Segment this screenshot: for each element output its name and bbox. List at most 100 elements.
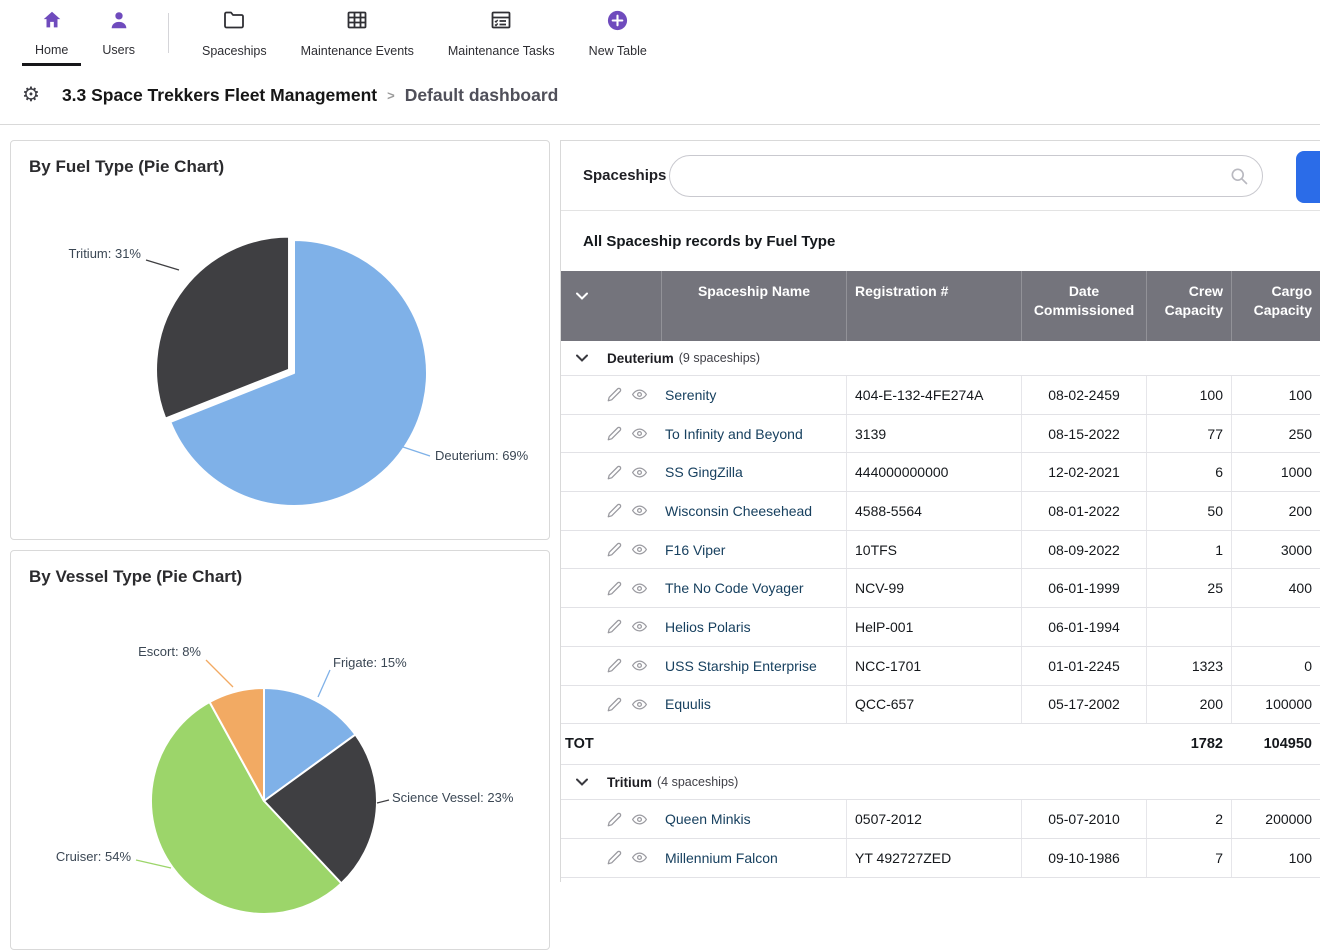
- nav-tab-new-table[interactable]: New Table: [572, 0, 664, 66]
- table-row[interactable]: EquulisQCC-65705-17-2002200100000: [561, 686, 1320, 725]
- edit-pencil-icon[interactable]: [607, 542, 622, 557]
- view-eye-icon[interactable]: [631, 658, 648, 673]
- group-count: (4 spaceships): [657, 775, 738, 789]
- table-header-row: Spaceship Name Registration # Date Commi…: [561, 271, 1320, 341]
- chevron-down-icon[interactable]: [576, 778, 588, 786]
- edit-pencil-icon[interactable]: [607, 426, 622, 441]
- edit-pencil-icon[interactable]: [607, 387, 622, 402]
- folder-icon: [222, 8, 246, 37]
- cell-crew-capacity: 77: [1146, 415, 1231, 453]
- top-nav: Home Users Spaceships Maintenance Events…: [0, 0, 1320, 66]
- view-eye-icon[interactable]: [631, 850, 648, 865]
- cell-date-commissioned: 09-10-1986: [1021, 839, 1146, 877]
- cell-crew-capacity: 1: [1146, 531, 1231, 569]
- cell-cargo-capacity: 400: [1231, 569, 1320, 607]
- chevron-down-icon[interactable]: [576, 354, 588, 362]
- view-eye-icon[interactable]: [631, 503, 648, 518]
- cell-crew-capacity: 200: [1146, 686, 1231, 724]
- edit-pencil-icon[interactable]: [607, 850, 622, 865]
- group-header-row[interactable]: Tritium (4 spaceships): [561, 765, 1320, 800]
- cell-cargo-capacity: [1231, 608, 1320, 646]
- cell-registration: 3139: [846, 415, 1021, 453]
- edit-pencil-icon[interactable]: [607, 697, 622, 712]
- nav-tab-maintenance-events[interactable]: Maintenance Events: [284, 0, 431, 66]
- view-eye-icon[interactable]: [631, 426, 648, 441]
- table-row[interactable]: F16 Viper10TFS08-09-202213000: [561, 531, 1320, 570]
- nav-tab-users[interactable]: Users: [85, 0, 152, 66]
- pie-slice-label: Deuterium: 69%: [435, 448, 529, 463]
- column-header-crew-capacity: Crew Capacity: [1146, 271, 1231, 341]
- edit-pencil-icon[interactable]: [607, 581, 622, 596]
- cell-cargo-capacity: 3000: [1231, 531, 1320, 569]
- gear-icon[interactable]: ⚙: [22, 85, 40, 105]
- cell-date-commissioned: 06-01-1999: [1021, 569, 1146, 607]
- table-row[interactable]: Helios PolarisHelP-00106-01-1994: [561, 608, 1320, 647]
- edit-pencil-icon[interactable]: [607, 465, 622, 480]
- chart-title: By Fuel Type (Pie Chart): [29, 157, 224, 177]
- header-cell-expand: [561, 271, 661, 341]
- view-eye-icon[interactable]: [631, 542, 648, 557]
- view-eye-icon[interactable]: [631, 387, 648, 402]
- spaceships-panel: Spaceships All Spaceship records by Fuel…: [560, 140, 1320, 882]
- chevron-down-icon[interactable]: [576, 286, 588, 305]
- page-title: Default dashboard: [405, 85, 559, 106]
- cell-cargo-capacity: 100000: [1231, 686, 1320, 724]
- nav-tab-spaceships[interactable]: Spaceships: [185, 0, 284, 66]
- nav-tab-home[interactable]: Home: [18, 0, 85, 66]
- cell-crew-capacity: 2: [1146, 800, 1231, 838]
- table-row[interactable]: To Infinity and Beyond313908-15-20227725…: [561, 415, 1320, 454]
- cell-crew-capacity: 1323: [1146, 647, 1231, 685]
- cell-cargo-capacity: 0: [1231, 647, 1320, 685]
- nav-separator: [168, 13, 169, 53]
- cell-date-commissioned: 01-01-2245: [1021, 647, 1146, 685]
- totals-cargo: 104950: [1231, 724, 1320, 764]
- search-input[interactable]: [669, 155, 1263, 197]
- pie-label-leader-line: [377, 800, 389, 803]
- cell-crew-capacity: [1146, 608, 1231, 646]
- cell-cargo-capacity: 100: [1231, 839, 1320, 877]
- cell-crew-capacity: 7: [1146, 839, 1231, 877]
- view-eye-icon[interactable]: [631, 619, 648, 634]
- group-header-row[interactable]: Deuterium(9 spaceships): [561, 341, 1320, 376]
- row-actions: [561, 531, 661, 569]
- cell-registration: 10TFS: [846, 531, 1021, 569]
- primary-action-button[interactable]: [1296, 151, 1320, 203]
- edit-pencil-icon[interactable]: [607, 619, 622, 634]
- pie-label-leader-line: [146, 260, 179, 270]
- nav-tab-label: Home: [35, 43, 68, 57]
- row-actions: [561, 839, 661, 877]
- cell-spaceship-name: The No Code Voyager: [661, 569, 846, 607]
- table-row[interactable]: Serenity404-E-132-4FE274A08-02-245910010…: [561, 376, 1320, 415]
- cell-spaceship-name: Queen Minkis: [661, 800, 846, 838]
- table-body: Deuterium(9 spaceships)Serenity404-E-132…: [561, 341, 1320, 878]
- panel-header: Spaceships: [561, 141, 1320, 211]
- view-eye-icon[interactable]: [631, 465, 648, 480]
- edit-pencil-icon[interactable]: [607, 503, 622, 518]
- table-row[interactable]: Wisconsin Cheesehead4588-556408-01-20225…: [561, 492, 1320, 531]
- view-eye-icon[interactable]: [631, 697, 648, 712]
- cell-spaceship-name: SS GingZilla: [661, 453, 846, 491]
- cell-spaceship-name: Wisconsin Cheesehead: [661, 492, 846, 530]
- table-check-icon: [489, 8, 513, 37]
- column-header-spaceship-name: Spaceship Name: [661, 271, 846, 341]
- group-name: Tritium: [607, 775, 652, 790]
- pie-slice-label: Science Vessel: 23%: [392, 790, 514, 805]
- cell-crew-capacity: 100: [1146, 376, 1231, 414]
- view-eye-icon[interactable]: [631, 581, 648, 596]
- table-row[interactable]: USS Starship EnterpriseNCC-170101-01-224…: [561, 647, 1320, 686]
- edit-pencil-icon[interactable]: [607, 658, 622, 673]
- cell-registration: 0507-2012: [846, 800, 1021, 838]
- view-eye-icon[interactable]: [631, 812, 648, 827]
- cell-cargo-capacity: 250: [1231, 415, 1320, 453]
- row-actions: [561, 453, 661, 491]
- edit-pencil-icon[interactable]: [607, 812, 622, 827]
- nav-tab-maintenance-tasks[interactable]: Maintenance Tasks: [431, 0, 572, 66]
- table-row[interactable]: Millennium FalconYT 492727ZED09-10-19867…: [561, 839, 1320, 878]
- app-title: 3.3 Space Trekkers Fleet Management: [62, 85, 377, 106]
- table-row[interactable]: SS GingZilla44400000000012-02-202161000: [561, 453, 1320, 492]
- table-row[interactable]: The No Code VoyagerNCV-9906-01-199925400: [561, 569, 1320, 608]
- table-row[interactable]: Queen Minkis0507-201205-07-20102200000: [561, 800, 1320, 839]
- cell-crew-capacity: 50: [1146, 492, 1231, 530]
- vessel-type-pie-chart: Frigate: 15%Science Vessel: 23%Cruiser: …: [11, 551, 550, 950]
- row-actions: [561, 569, 661, 607]
